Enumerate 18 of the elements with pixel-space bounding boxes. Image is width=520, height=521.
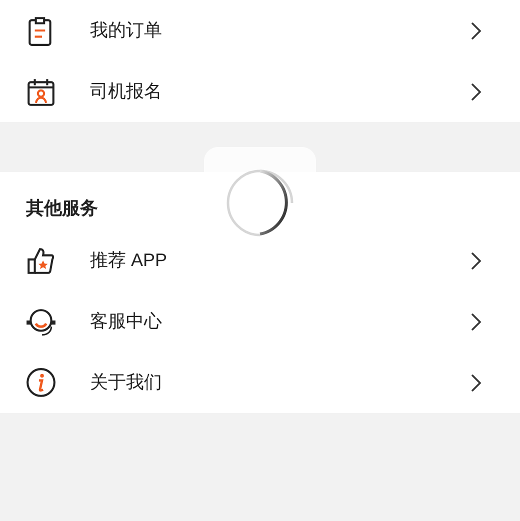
chevron-icon [470, 374, 482, 392]
chevron-icon [470, 312, 482, 330]
chevron-icon [470, 252, 482, 270]
menu-label: 我的订单 [90, 19, 163, 42]
menu-label: 司机报名 [90, 80, 163, 103]
menu-item[interactable]: 我的订单 [0, 0, 520, 61]
menu-label: 客服中心 [90, 310, 163, 333]
menu-label: 关于我们 [90, 371, 163, 394]
chevron-icon [470, 22, 482, 40]
menu-item[interactable]: 关于我们 [0, 352, 520, 413]
chevron-icon [470, 82, 482, 100]
spinner-icon [225, 167, 295, 237]
menu-item[interactable]: 推荐 APP [0, 230, 520, 291]
info-icon [25, 366, 57, 398]
section-title: 其他服务 [26, 196, 98, 220]
menu-label: 推荐 APP [90, 249, 168, 272]
menu-item[interactable]: 司机报名 [0, 61, 520, 122]
menu-item[interactable]: 客服中心 [0, 291, 520, 352]
